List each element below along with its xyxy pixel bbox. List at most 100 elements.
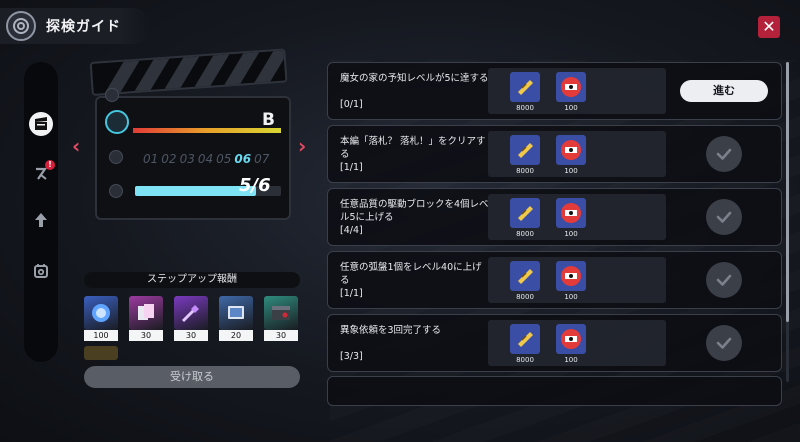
- upgrade-arrow-icon: [35, 213, 47, 227]
- quest-row-partial: [327, 376, 782, 406]
- quest-row: 任意の弧盤1個をレベル40に上げる [1/1] 8000 100: [327, 251, 782, 309]
- quest-row: 本編「落札？ 落札！」をクリアする [1/1] 8000 100: [327, 125, 782, 183]
- step-reward-item[interactable]: 100: [84, 296, 118, 341]
- quest-reward-item[interactable]: 8000: [510, 198, 540, 238]
- step-reward-count: 30: [174, 330, 208, 341]
- step-rewards-title: ステップアップ報酬: [84, 272, 300, 288]
- quest-reward-item[interactable]: 100: [556, 261, 586, 301]
- spiral-emblem-icon: [6, 11, 36, 41]
- day-label: 01: [143, 152, 159, 166]
- checkmark-icon: [706, 325, 742, 361]
- tablet-device-icon: [219, 296, 253, 330]
- header-bar: 探検ガイド: [0, 8, 150, 44]
- quest-description: 魔女の家の予知レベルが5に達する: [340, 73, 489, 84]
- scrollbar-thumb[interactable]: [786, 62, 789, 322]
- alert-badge: !: [45, 160, 55, 170]
- board-logo-icon: [105, 110, 129, 134]
- gold-ticket-icon: [510, 135, 540, 165]
- nav-item-bag[interactable]: [29, 258, 53, 282]
- calendar-icon: [109, 150, 123, 164]
- nav-item-clapperboard[interactable]: [29, 112, 53, 136]
- quest-reward-count: 100: [564, 356, 578, 364]
- step-reward-extra[interactable]: [84, 346, 118, 360]
- quest-reward-count: 100: [564, 167, 578, 175]
- quest-reward-count: 8000: [516, 293, 534, 301]
- gold-item-icon: [84, 346, 118, 360]
- quest-action-area: [670, 257, 778, 303]
- step-reward-item[interactable]: 30: [129, 296, 163, 341]
- quest-reward-item[interactable]: 8000: [510, 135, 540, 175]
- progress-icon: [109, 184, 123, 198]
- quest-reward-count: 8000: [516, 356, 534, 364]
- quest-reward-item[interactable]: 100: [556, 324, 586, 364]
- red-coupon-icon: [556, 198, 586, 228]
- crystal-wand-icon: [174, 296, 208, 330]
- bag-icon: [34, 264, 48, 278]
- quest-reward-item[interactable]: 100: [556, 198, 586, 238]
- gold-ticket-icon: [510, 324, 540, 354]
- step-reward-count: 30: [129, 330, 163, 341]
- next-arrow-button[interactable]: ›: [298, 134, 306, 158]
- page-title: 探検ガイド: [46, 19, 121, 35]
- quest-description: 任意品質の駆動ブロックを4個レベル5に上げる: [340, 199, 489, 223]
- day-label: 05: [216, 152, 232, 166]
- checkmark-icon: [706, 136, 742, 172]
- quest-progress: [1/1]: [340, 162, 363, 173]
- chest-box-icon: [264, 296, 298, 330]
- close-button[interactable]: ✕: [758, 16, 780, 38]
- quest-reward-strip: 8000 100: [488, 320, 666, 366]
- gold-ticket-icon: [510, 198, 540, 228]
- step-reward-count: 30: [264, 330, 298, 341]
- quest-reward-count: 8000: [516, 230, 534, 238]
- claim-button[interactable]: 受け取る: [84, 366, 300, 388]
- quest-reward-count: 100: [564, 293, 578, 301]
- day-label: 06: [234, 152, 252, 166]
- quest-description: 異象依頼を3回完了する: [340, 325, 442, 336]
- checkmark-icon: [706, 262, 742, 298]
- previous-arrow-button[interactable]: ‹: [72, 134, 80, 158]
- step-reward-item[interactable]: 20: [219, 296, 253, 341]
- quest-reward-strip: 8000 100: [488, 257, 666, 303]
- side-nav: !: [24, 62, 58, 362]
- grade-gradient-bar: [133, 128, 281, 133]
- quest-reward-item[interactable]: 100: [556, 72, 586, 112]
- quest-reward-strip: 8000 100: [488, 131, 666, 177]
- day-label: 04: [197, 152, 214, 166]
- quest-reward-item[interactable]: 8000: [510, 72, 540, 112]
- quest-row: 任意品質の駆動ブロックを4個レベル5に上げる [4/4] 8000 100: [327, 188, 782, 246]
- step-reward-item[interactable]: 30: [264, 296, 298, 341]
- nav-item-upgrade[interactable]: [29, 208, 53, 232]
- clapperboard-panel: B 01 02 03 04 05 06 07 5/6: [95, 88, 291, 220]
- gold-ticket-icon: [510, 261, 540, 291]
- step-reward-count: 100: [84, 330, 118, 341]
- quest-reward-count: 8000: [516, 104, 534, 112]
- quest-reward-strip: 8000 100: [488, 68, 666, 114]
- grade-label: B: [262, 110, 275, 130]
- cards-icon: [129, 296, 163, 330]
- day-label: 03: [179, 152, 195, 166]
- step-reward-item[interactable]: 30: [174, 296, 208, 341]
- quest-reward-count: 8000: [516, 167, 534, 175]
- quest-action-area: [670, 194, 778, 240]
- red-coupon-icon: [556, 261, 586, 291]
- quest-reward-item[interactable]: 8000: [510, 324, 540, 364]
- step-reward-count: 20: [219, 330, 253, 341]
- go-button[interactable]: 進む: [680, 80, 768, 102]
- quest-progress: [3/3]: [340, 351, 363, 362]
- quest-action-area: [670, 131, 778, 177]
- clapperboard-icon: [35, 117, 47, 130]
- blue-orb-icon: [84, 296, 118, 330]
- quest-progress: [1/1]: [340, 288, 363, 299]
- quest-reward-item[interactable]: 100: [556, 135, 586, 175]
- gold-ticket-icon: [510, 72, 540, 102]
- quest-reward-item[interactable]: 8000: [510, 261, 540, 301]
- quest-row: 異象依頼を3回完了する [3/3] 8000 100: [327, 314, 782, 372]
- quest-description: 任意の弧盤1個をレベル40に上げる: [340, 262, 482, 286]
- nav-item-slash[interactable]: !: [29, 160, 55, 186]
- quest-reward-strip: 8000 100: [488, 194, 666, 240]
- day-list: 01 02 03 04 05 06 07: [143, 152, 272, 166]
- quest-description: 本編「落札？ 落札！」をクリアする: [340, 136, 486, 160]
- red-coupon-icon: [556, 135, 586, 165]
- quest-row: 魔女の家の予知レベルが5に達する [0/1] 8000 100 進む: [327, 62, 782, 120]
- quest-reward-count: 100: [564, 104, 578, 112]
